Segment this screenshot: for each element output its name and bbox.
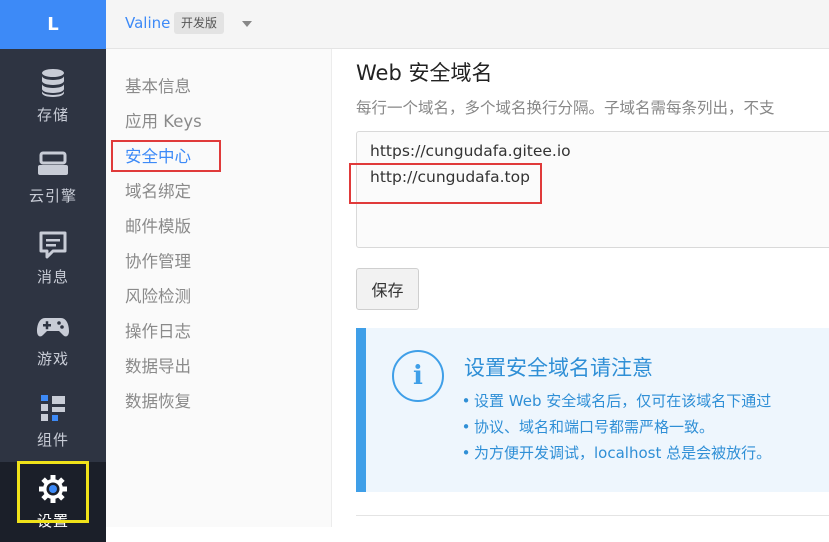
notice-title: 设置安全域名请注意: [464, 356, 653, 380]
submenu-item-domain-binding[interactable]: 域名绑定: [125, 178, 191, 202]
submenu-item-app-keys[interactable]: 应用 Keys: [125, 108, 202, 132]
submenu-item-risk-detection[interactable]: 风险检测: [125, 283, 191, 307]
server-icon: [36, 147, 70, 181]
section-description: 每行一个域名，多个域名换行分隔。子域名需每条列出，不支: [356, 99, 775, 117]
notice-box: i 设置安全域名请注意 设置 Web 安全域名后，仅可在该域名下通过 协议、域名…: [356, 328, 829, 492]
security-settings-panel: Web 安全域名 每行一个域名，多个域名换行分隔。子域名需每条列出，不支 htt…: [332, 49, 829, 527]
submenu-item-data-export[interactable]: 数据导出: [125, 353, 191, 377]
logo-letter: L: [47, 14, 59, 35]
chevron-down-icon[interactable]: [242, 21, 252, 27]
rail-item-games[interactable]: 游戏: [0, 300, 106, 380]
notice-item: 为方便开发调试，localhost 总是会被放行。: [458, 440, 771, 466]
notice-list: 设置 Web 安全域名后，仅可在该域名下通过 协议、域名和端口号都需严格一致。 …: [458, 388, 771, 466]
rail-item-label: 消息: [36, 268, 69, 286]
components-icon: [36, 391, 70, 425]
message-icon: [36, 228, 70, 262]
info-icon: i: [392, 350, 444, 402]
app-logo[interactable]: L: [0, 0, 106, 49]
rail-item-cloud-engine[interactable]: 云引擎: [0, 137, 106, 217]
submenu-item-basic-info[interactable]: 基本信息: [125, 73, 191, 97]
rail-item-label: 云引擎: [28, 187, 77, 205]
notice-item: 设置 Web 安全域名后，仅可在该域名下通过: [458, 388, 771, 414]
rail-item-label: 组件: [36, 431, 69, 449]
main-nav-rail: L 存储 云引擎 消息 游戏 组件 设置: [0, 0, 106, 542]
rail-item-messages[interactable]: 消息: [0, 218, 106, 298]
submenu-item-email-templates[interactable]: 邮件模版: [125, 213, 191, 237]
settings-submenu: 基本信息 应用 Keys 安全中心 域名绑定 邮件模版 协作管理 风险检测 操作…: [106, 49, 332, 527]
settings-highlight-box: [17, 461, 89, 523]
rail-item-label: 存储: [36, 106, 69, 124]
domain-highlight-box: [349, 163, 542, 204]
app-name-link[interactable]: Valine: [125, 14, 170, 32]
security-center-highlight-box: [111, 140, 221, 172]
domain-line: https://cungudafa.gitee.io: [370, 142, 571, 160]
submenu-item-data-restore[interactable]: 数据恢复: [125, 388, 191, 412]
save-button[interactable]: 保存: [356, 268, 419, 310]
env-tag: 开发版: [174, 12, 225, 34]
rail-item-label: 游戏: [36, 350, 69, 368]
top-header: Valine 开发版: [106, 0, 829, 49]
section-title: Web 安全域名: [356, 61, 493, 85]
divider: [356, 515, 829, 516]
submenu-item-collaboration[interactable]: 协作管理: [125, 248, 191, 272]
rail-item-components[interactable]: 组件: [0, 381, 106, 461]
rail-item-storage[interactable]: 存储: [0, 56, 106, 136]
database-icon: [36, 66, 70, 100]
notice-item: 协议、域名和端口号都需严格一致。: [458, 414, 771, 440]
submenu-item-operation-log[interactable]: 操作日志: [125, 318, 191, 342]
gamepad-icon: [36, 310, 70, 344]
